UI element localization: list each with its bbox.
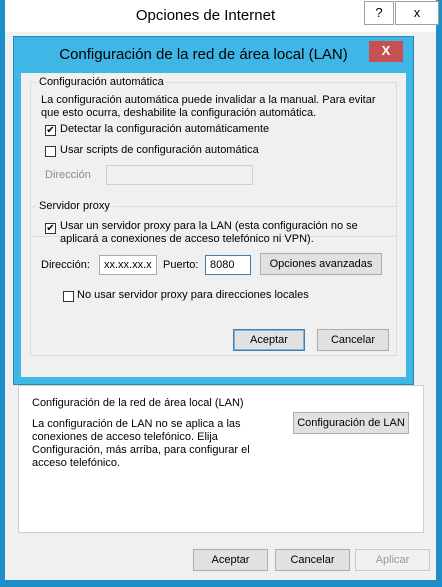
lan-close-button[interactable]: X bbox=[369, 41, 403, 62]
lan-section-description: La configuración de LAN no se aplica a l… bbox=[32, 418, 250, 469]
auto-script-label[interactable]: Usar scripts de configuración automática bbox=[60, 144, 259, 156]
use-proxy-label-line-1[interactable]: Usar un servidor proxy para la LAN (esta… bbox=[60, 220, 358, 232]
lan-section-title: Configuración de la red de área local (L… bbox=[32, 397, 244, 409]
bypass-local-checkbox[interactable] bbox=[63, 291, 74, 302]
proxy-address-input[interactable]: xx.xx.xx.x bbox=[99, 255, 157, 275]
use-proxy-checkbox[interactable]: ✔ bbox=[45, 223, 56, 234]
help-button[interactable]: ? bbox=[364, 1, 394, 25]
detect-settings-checkbox[interactable]: ✔ bbox=[45, 125, 56, 136]
proxy-port-label: Puerto: bbox=[163, 259, 199, 271]
script-address-label: Dirección bbox=[45, 169, 91, 181]
proxy-port-input[interactable]: 8080 bbox=[205, 255, 251, 275]
auto-config-desc-line-2: que esto ocurra, deshabilite la configur… bbox=[41, 107, 317, 119]
auto-config-legend: Configuración automática bbox=[36, 76, 167, 88]
advanced-options-button[interactable]: Opciones avanzadas bbox=[260, 253, 382, 275]
outer-ok-button[interactable]: Aceptar bbox=[193, 549, 268, 571]
bypass-local-label[interactable]: No usar servidor proxy para direcciones … bbox=[77, 289, 309, 301]
detect-settings-label[interactable]: Detectar la configuración automáticament… bbox=[60, 123, 269, 135]
proxy-server-legend: Servidor proxy bbox=[36, 200, 113, 212]
outer-close-button[interactable]: x bbox=[395, 1, 439, 25]
lan-settings-dialog: Configuración de la red de área local (L… bbox=[13, 36, 414, 385]
outer-apply-button: Aplicar bbox=[355, 549, 430, 571]
lan-cancel-button[interactable]: Cancelar bbox=[317, 329, 389, 351]
lan-dialog-body: Configuración automática La configuració… bbox=[21, 73, 406, 377]
auto-config-desc-line-1: La configuración automática puede invali… bbox=[41, 94, 376, 106]
use-proxy-label-line-2[interactable]: aplicará a conexiones de acceso telefóni… bbox=[60, 233, 314, 245]
auto-script-checkbox[interactable] bbox=[45, 146, 56, 157]
lan-dialog-title: Configuración de la red de área local (L… bbox=[59, 46, 348, 63]
script-address-input bbox=[106, 165, 253, 185]
lan-ok-button[interactable]: Aceptar bbox=[233, 329, 305, 351]
proxy-address-label: Dirección: bbox=[41, 259, 90, 271]
outer-cancel-button[interactable]: Cancelar bbox=[275, 549, 350, 571]
lan-settings-button[interactable]: Configuración de LAN bbox=[293, 412, 409, 434]
